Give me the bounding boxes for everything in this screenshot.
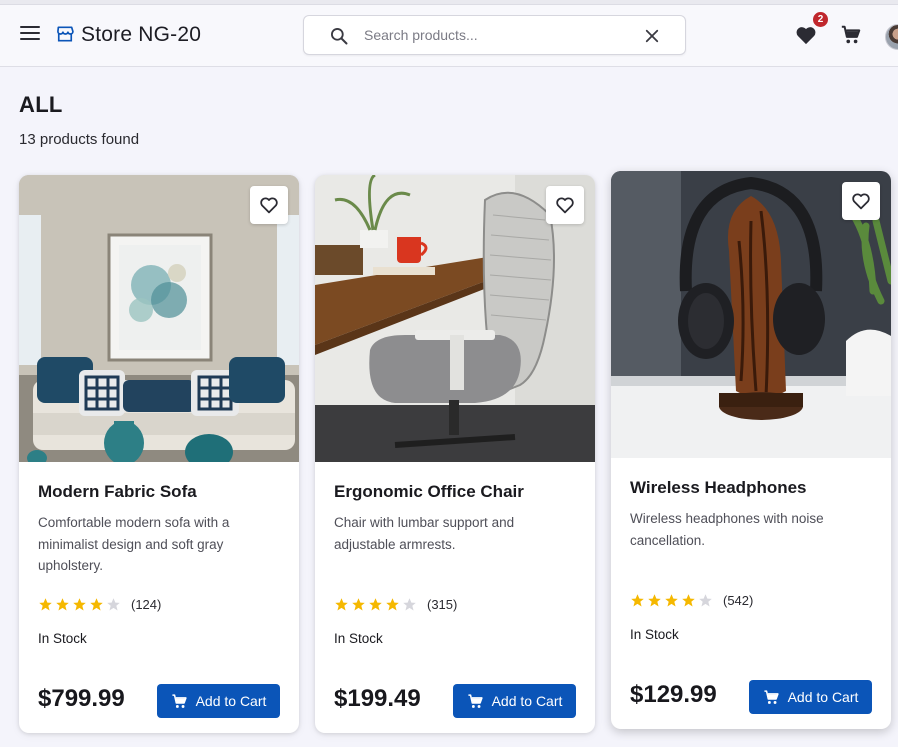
add-to-cart-button[interactable]: Add to Cart [157,684,280,718]
star-icon [648,593,661,606]
product-price: $199.49 [334,685,421,712]
search-input[interactable] [364,24,624,46]
star-empty-icon [699,593,712,606]
add-to-cart-label: Add to Cart [195,693,267,709]
product-price: $799.99 [38,685,125,712]
star-icon [631,593,644,606]
review-count: (315) [427,596,458,612]
star-icon [90,597,103,610]
store-icon [57,26,74,42]
review-count: (124) [131,596,162,612]
wishlist-button[interactable] [842,182,880,220]
cart-icon [171,693,187,708]
search-bar[interactable] [303,15,686,55]
wishlist-button[interactable] [546,186,584,224]
star-icon [386,597,399,610]
rating: (542) [630,592,753,608]
rating: (124) [38,596,161,612]
star-icon [56,597,69,610]
menu-icon[interactable] [20,26,40,44]
product-description: Wireless headphones with noise cancellat… [630,511,824,548]
close-icon[interactable] [643,27,661,45]
search-icon[interactable] [329,26,349,46]
product-card[interactable]: Wireless Headphones Wireless headphones … [611,171,891,729]
product-card[interactable]: Ergonomic Office Chair Chair with lumbar… [315,175,595,733]
page-title: ALL [19,92,63,117]
add-to-cart-label: Add to Cart [787,689,859,705]
star-icon [335,597,348,610]
heart-outline-icon [556,197,574,214]
star-icon [682,593,695,606]
cart-icon [467,693,483,708]
avatar[interactable] [885,24,898,50]
star-icon [73,597,86,610]
stock-status: In Stock [38,631,87,646]
heart-outline-icon [260,197,278,214]
product-title[interactable]: Modern Fabric Sofa [38,482,197,502]
product-card[interactable]: Modern Fabric Sofa Comfortable modern so… [19,175,299,733]
product-title[interactable]: Wireless Headphones [630,478,807,498]
review-count: (542) [723,592,754,608]
star-icon [352,597,365,610]
cart-icon [763,689,779,704]
stock-status: In Stock [334,631,383,646]
product-title[interactable]: Ergonomic Office Chair [334,482,524,502]
cart-icon[interactable] [840,24,862,46]
star-icon [369,597,382,610]
results-count: 13 products found [19,131,140,148]
heart-icon[interactable] [795,25,817,45]
stock-status: In Stock [630,627,679,642]
product-price: $129.99 [630,681,717,708]
add-to-cart-label: Add to Cart [491,693,563,709]
add-to-cart-button[interactable]: Add to Cart [453,684,576,718]
add-to-cart-button[interactable]: Add to Cart [749,680,872,714]
wishlist-badge: 2 [812,11,829,28]
product-description: Chair with lumbar support and adjustable… [334,515,515,552]
rating: (315) [334,596,457,612]
star-icon [39,597,52,610]
store-title[interactable]: Store NG-20 [81,23,201,47]
star-empty-icon [107,597,120,610]
star-icon [665,593,678,606]
heart-outline-icon [852,193,870,210]
wishlist-button[interactable] [250,186,288,224]
product-description: Comfortable modern sofa with a minimalis… [38,515,230,573]
app-header: Store NG-20 2 [0,5,898,67]
star-empty-icon [403,597,416,610]
